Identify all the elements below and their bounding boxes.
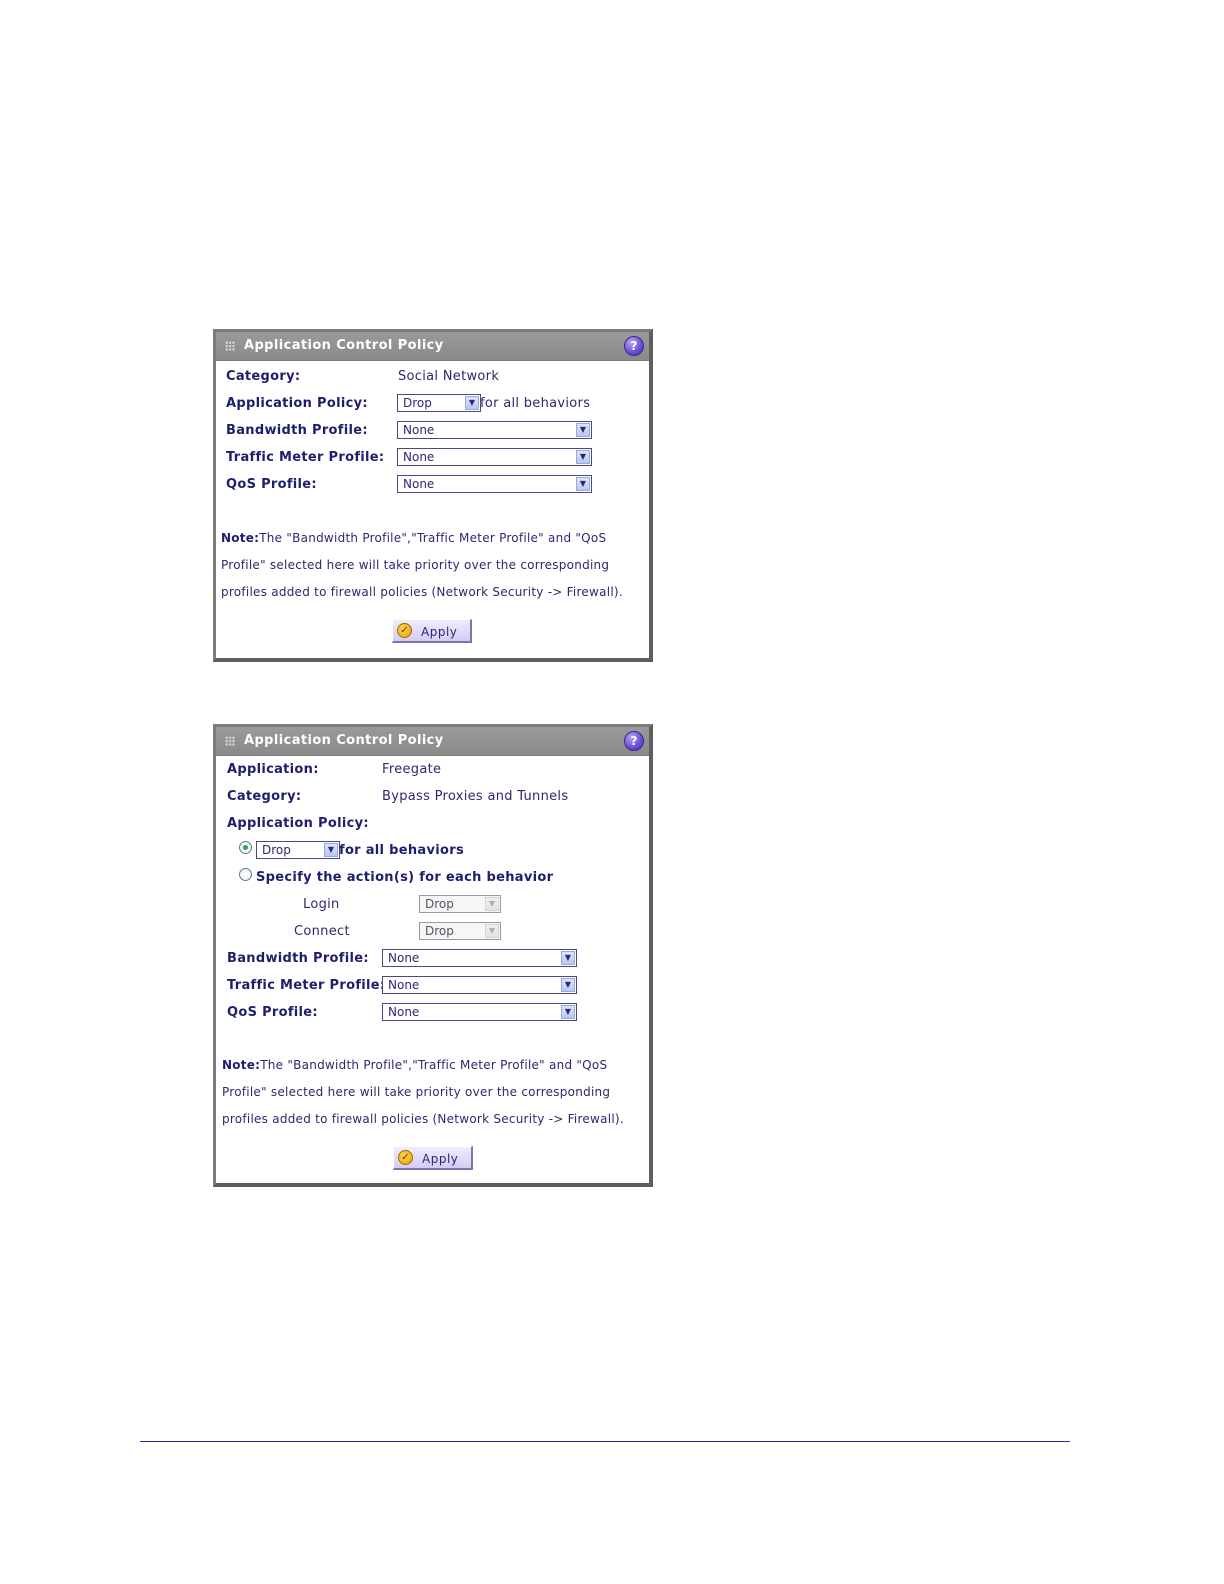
qos-profile-selected-value: None [388,1005,420,1019]
chevron-down-icon: ▼ [324,843,338,857]
qos-profile-selected-value: None [403,477,435,491]
panel-title: Application Control Policy [244,338,444,353]
bandwidth-profile-label: Bandwidth Profile: [226,423,368,438]
application-control-policy-panel-freegate: Application Control Policy ? Application… [213,724,653,1187]
note-label: Note: [221,531,260,545]
panel-header: Application Control Policy ? [216,727,649,756]
grip-dots-icon [225,736,235,746]
chevron-down-icon: ▼ [485,897,499,911]
footer-divider [140,1441,1070,1442]
checkmark-circle-icon: ✓ [397,623,412,638]
all-behaviors-selected-value: Drop [262,843,291,857]
grip-dots-icon [225,341,235,351]
chevron-down-icon: ▼ [576,477,590,491]
bandwidth-profile-select[interactable]: None ▼ [382,949,577,967]
category-value: Bypass Proxies and Tunnels [382,789,569,804]
traffic-meter-profile-select[interactable]: None ▼ [397,448,592,466]
login-behavior-label: Login [303,897,340,912]
panel-header: Application Control Policy ? [216,332,649,361]
panel-title: Application Control Policy [244,733,444,748]
traffic-meter-profile-selected-value: None [403,450,435,464]
profile-priority-note: Note:The "Bandwidth Profile","Traffic Me… [222,1052,647,1133]
chevron-down-icon: ▼ [561,978,575,992]
note-label: Note: [222,1058,261,1072]
application-label: Application: [227,762,319,777]
all-behaviors-policy-select[interactable]: Drop ▼ [256,841,340,859]
connect-behavior-select: Drop ▼ [419,922,501,940]
login-behavior-select: Drop ▼ [419,895,501,913]
traffic-meter-profile-label: Traffic Meter Profile: [227,978,386,993]
profile-priority-note: Note:The "Bandwidth Profile","Traffic Me… [221,525,646,606]
login-behavior-selected-value: Drop [425,897,454,911]
traffic-meter-profile-select[interactable]: None ▼ [382,976,577,994]
for-all-behaviors-text: for all behaviors [339,843,464,858]
apply-button-label: Apply [421,625,458,639]
application-value: Freegate [382,762,442,777]
specify-each-behavior-text: Specify the action(s) for each behavior [256,870,554,885]
radio-all-behaviors[interactable] [239,841,252,854]
category-label: Category: [227,789,302,804]
application-control-policy-panel-social-network: Application Control Policy ? Category: S… [213,329,653,662]
apply-button[interactable]: ✓ Apply [393,1146,473,1170]
bandwidth-profile-selected-value: None [388,951,420,965]
category-value: Social Network [398,369,500,384]
apply-button-label: Apply [422,1152,459,1166]
qos-profile-select[interactable]: None ▼ [397,475,592,493]
help-icon[interactable]: ? [624,336,644,356]
qos-profile-select[interactable]: None ▼ [382,1003,577,1021]
note-text: The "Bandwidth Profile","Traffic Meter P… [222,1058,624,1126]
checkmark-circle-icon: ✓ [398,1150,413,1165]
apply-button[interactable]: ✓ Apply [392,619,472,643]
traffic-meter-profile-selected-value: None [388,978,420,992]
bandwidth-profile-label: Bandwidth Profile: [227,951,369,966]
qos-profile-label: QoS Profile: [226,477,317,492]
bandwidth-profile-select[interactable]: None ▼ [397,421,592,439]
traffic-meter-profile-label: Traffic Meter Profile: [226,450,385,465]
chevron-down-icon: ▼ [561,951,575,965]
qos-profile-label: QoS Profile: [227,1005,318,1020]
connect-behavior-label: Connect [294,924,350,939]
application-policy-label: Application Policy: [226,396,368,411]
bandwidth-profile-selected-value: None [403,423,435,437]
chevron-down-icon: ▼ [561,1005,575,1019]
for-all-behaviors-text: for all behaviors [480,396,591,411]
application-policy-label: Application Policy: [227,816,369,831]
application-policy-selected-value: Drop [403,396,432,410]
connect-behavior-selected-value: Drop [425,924,454,938]
chevron-down-icon: ▼ [485,924,499,938]
chevron-down-icon: ▼ [465,396,479,410]
note-text: The "Bandwidth Profile","Traffic Meter P… [221,531,623,599]
category-label: Category: [226,369,301,384]
application-policy-select[interactable]: Drop ▼ [397,394,481,412]
chevron-down-icon: ▼ [576,423,590,437]
radio-specify-each-behavior[interactable] [239,868,252,881]
help-icon[interactable]: ? [624,731,644,751]
chevron-down-icon: ▼ [576,450,590,464]
